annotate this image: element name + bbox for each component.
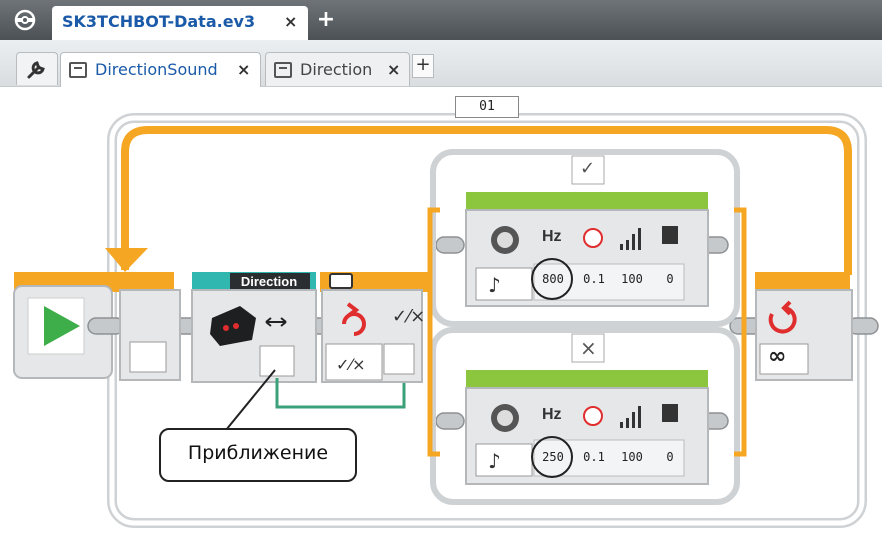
sensor-header-label: Direction bbox=[240, 274, 298, 289]
switch-block[interactable]: ✓⁄× ✓⁄× bbox=[321, 273, 425, 383]
annotation-callout: Приближение bbox=[159, 428, 357, 482]
note-icon: ♪ bbox=[488, 449, 501, 473]
direction-output-plug bbox=[259, 345, 295, 377]
sound-block-1[interactable]: ♪ bbox=[465, 192, 709, 307]
loop-name[interactable]: 01 bbox=[455, 96, 519, 118]
logic-icon: ✓⁄× bbox=[392, 306, 425, 327]
frequency-value[interactable]: 800 bbox=[535, 272, 571, 286]
infinity-icon: ∞ bbox=[768, 344, 787, 369]
finish-flag-icon bbox=[662, 226, 678, 244]
loop-start-block[interactable] bbox=[119, 289, 181, 381]
svg-text:✓⁄×: ✓⁄× bbox=[336, 355, 365, 374]
sound-block-2[interactable]: ♪ bbox=[465, 370, 709, 485]
frequency-unit: Hz bbox=[542, 228, 562, 245]
duration-value[interactable]: 0.1 bbox=[576, 450, 612, 464]
frequency-value[interactable]: 250 bbox=[535, 450, 571, 464]
volume-value[interactable]: 100 bbox=[614, 450, 650, 464]
note-icon: ♪ bbox=[488, 273, 501, 297]
program-canvas: ✓⁄× ✓⁄× ♪ ♪ bbox=[13, 113, 879, 528]
play-type-value[interactable]: 0 bbox=[652, 450, 688, 464]
callout-label: Приближение bbox=[187, 442, 329, 464]
case-false-label: × bbox=[580, 336, 597, 360]
stopwatch-icon bbox=[583, 228, 603, 248]
frequency-unit: Hz bbox=[542, 406, 562, 423]
sound-mode-selector bbox=[475, 267, 533, 301]
stopwatch-icon bbox=[583, 406, 603, 426]
switch-view-icon bbox=[329, 273, 353, 289]
duration-value[interactable]: 0.1 bbox=[576, 272, 612, 286]
volume-value[interactable]: 100 bbox=[614, 272, 650, 286]
play-type-value[interactable]: 0 bbox=[652, 272, 688, 286]
sound-mode-selector bbox=[475, 443, 533, 477]
finish-flag-icon bbox=[662, 404, 678, 422]
case-true-label: ✓ bbox=[580, 158, 596, 179]
